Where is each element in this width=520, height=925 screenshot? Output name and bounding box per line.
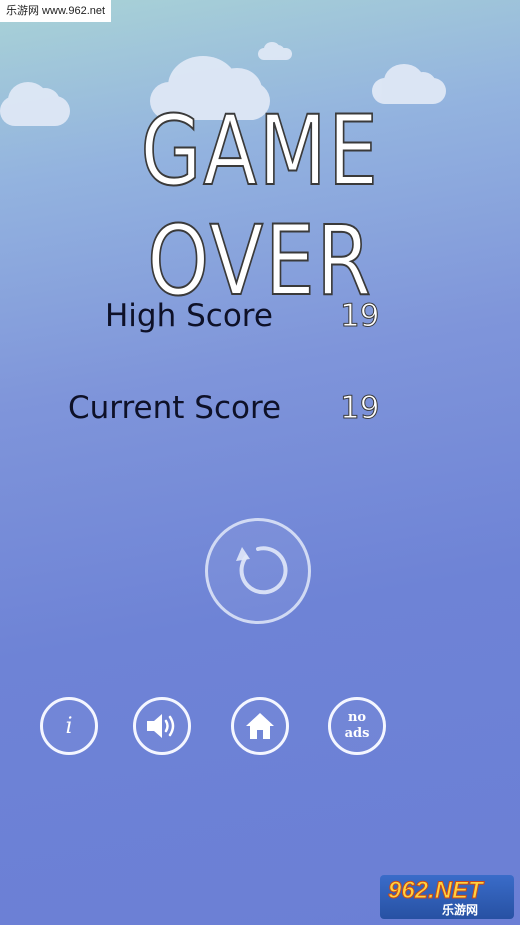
replay-button[interactable] — [205, 518, 311, 624]
info-icon: i — [65, 713, 73, 739]
watermark-bottom: 962.NET 乐游网 — [380, 875, 514, 919]
speaker-icon — [147, 714, 175, 738]
watermark-top: 乐游网 www.962.net — [0, 0, 112, 22]
high-score-value: 19 — [339, 298, 380, 335]
info-button[interactable]: i — [40, 697, 98, 755]
watermark-sub: 乐游网 — [442, 903, 479, 917]
home-button[interactable] — [231, 697, 289, 755]
no-ads-button[interactable]: no ads — [328, 697, 386, 755]
current-score-value: 19 — [339, 390, 380, 427]
current-score-label: Current Score — [68, 390, 282, 426]
cloud — [258, 42, 292, 60]
home-icon — [246, 713, 274, 739]
replay-icon — [236, 546, 288, 595]
game-over-title: GAME OVER — [140, 95, 380, 317]
high-score-label: High Score — [105, 298, 273, 334]
no-ads-label: no ads — [344, 710, 370, 741]
sound-button[interactable] — [133, 697, 191, 755]
